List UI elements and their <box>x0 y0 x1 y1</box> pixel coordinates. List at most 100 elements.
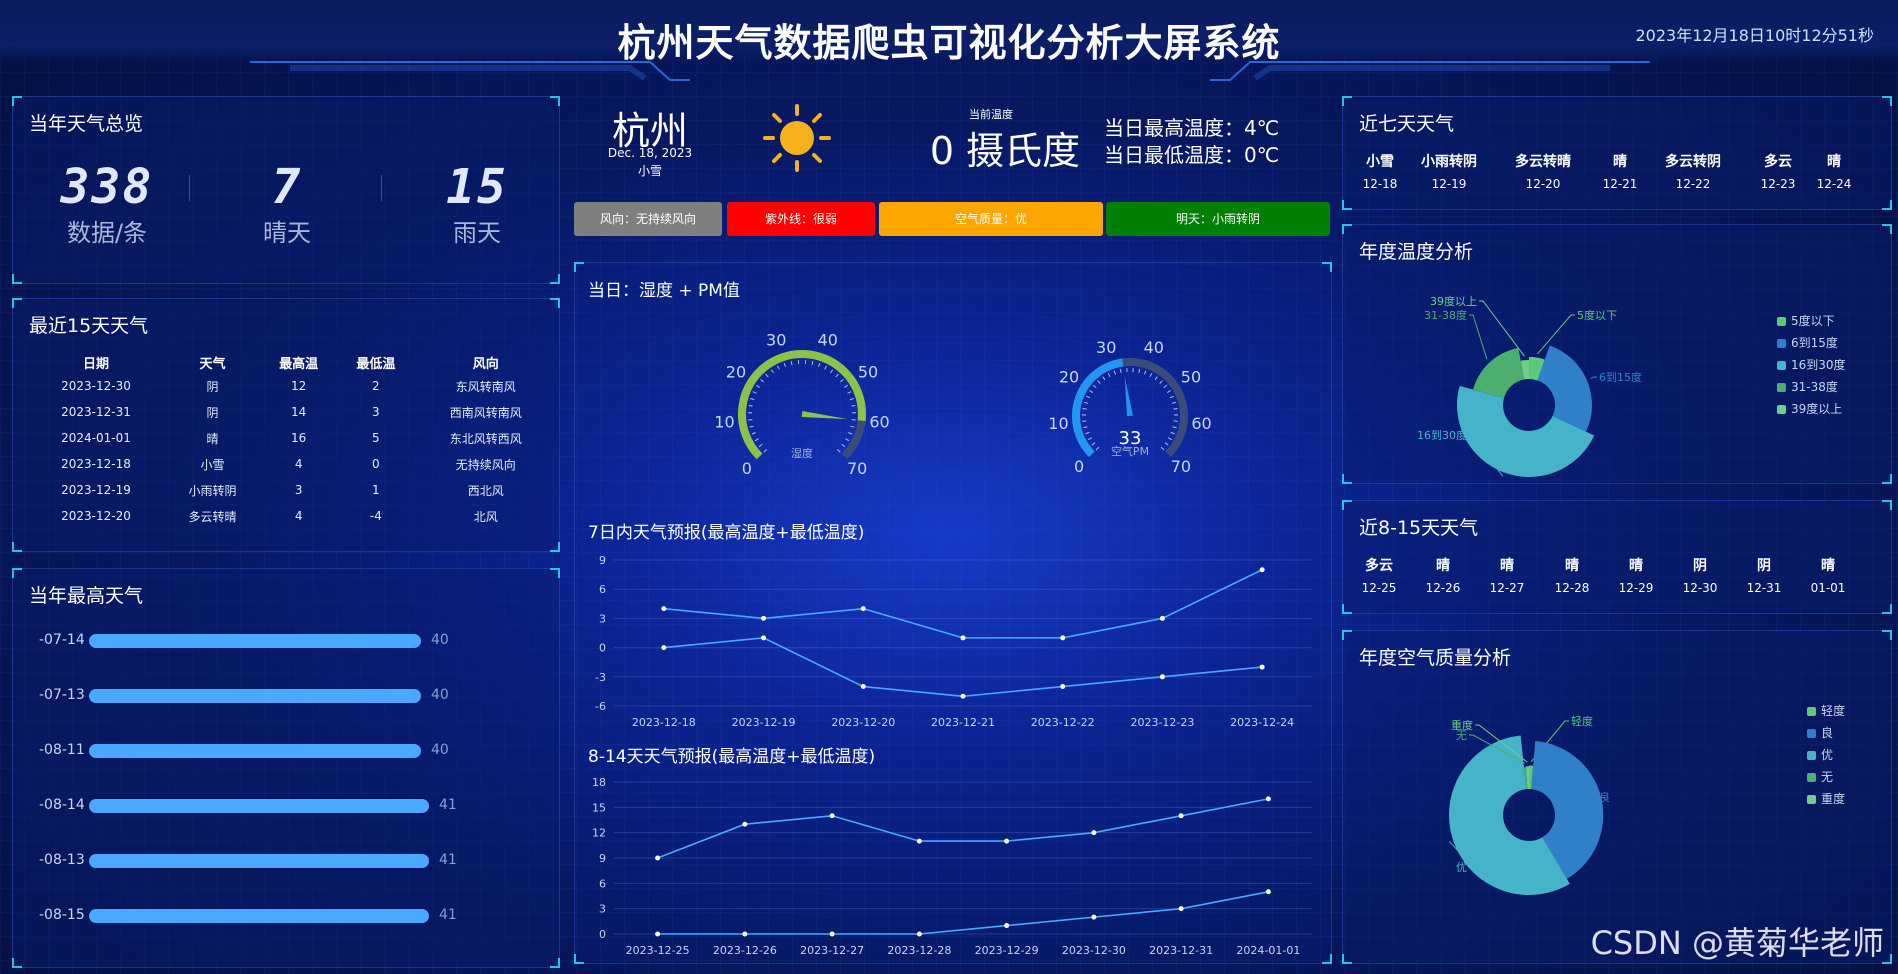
data-point <box>829 931 835 937</box>
humidity-gauge: 0 10 20 30 40 50 60 70 湿度 <box>714 330 889 478</box>
legend-label[interactable]: 16到30度 <box>1791 357 1846 372</box>
day-weather: 晴 <box>1821 558 1835 574</box>
gauge-tick <box>849 397 854 401</box>
x-tick-label: 2023-12-19 <box>732 716 796 729</box>
gauge-tick <box>765 373 769 378</box>
legend-swatch[interactable] <box>1777 383 1786 392</box>
legend-label[interactable]: 39度以上 <box>1791 401 1842 416</box>
legend-label[interactable]: 轻度 <box>1821 703 1845 718</box>
hottest-title: 当年最高天气 <box>29 585 144 607</box>
series-line <box>657 890 1269 935</box>
gauge-value: 33 <box>1119 428 1142 449</box>
x-tick-label: 2023-12-20 <box>831 716 895 729</box>
x-tick-label: 2024-01-01 <box>1236 944 1300 957</box>
bar-value: 40 <box>431 687 449 703</box>
tag-wind: 风向：无持续风向 <box>574 202 722 236</box>
gauge-tick <box>751 432 756 435</box>
gauge-tick <box>1144 370 1147 375</box>
gauge-tick <box>1169 395 1174 399</box>
gauge-tick <box>1166 390 1171 394</box>
gauge-tick <box>837 449 841 453</box>
gauge-tick-label: 20 <box>726 363 746 382</box>
legend-label[interactable]: 5度以下 <box>1791 313 1835 328</box>
gauge-needle <box>801 411 848 420</box>
recent15-title: 最近15天天气 <box>29 315 149 337</box>
temp-pie-chart: 5度以下6到15度16到30度31-38度39度以上5度以下6到15度16到30… <box>1417 294 1846 477</box>
data-point <box>1159 615 1165 621</box>
pie-label: 16到30度 <box>1417 428 1467 442</box>
gauge-tick <box>818 362 821 367</box>
y-tick-label: 0 <box>599 642 606 655</box>
legend-swatch[interactable] <box>1807 707 1816 716</box>
table-cell: 0 <box>372 457 380 471</box>
y-tick-label: 3 <box>599 612 606 625</box>
legend-swatch[interactable] <box>1807 751 1816 760</box>
legend-swatch[interactable] <box>1777 405 1786 414</box>
gauge-tick-label: 0 <box>1074 457 1084 476</box>
column-header: 最低温 <box>356 356 396 372</box>
legend-label[interactable]: 31-38度 <box>1791 379 1838 394</box>
day-date: 12-19 <box>1431 177 1467 191</box>
pie-label-line <box>1469 314 1488 360</box>
temp-analysis-panel: 年度温度分析 5度以下 6到15度 16到30度 31-38度 39度以上 5度以下 6到1… <box>1342 224 1892 484</box>
table-cell: -4 <box>369 509 382 523</box>
table-cell: 阴 <box>206 379 219 394</box>
legend-label[interactable]: 无 <box>1821 770 1833 784</box>
gauge-tick <box>1091 442 1096 446</box>
bar-value: 40 <box>431 632 449 648</box>
column-header: 天气 <box>199 356 226 372</box>
table-row: 2024-01-01 晴 16 5 东北风转西风 <box>27 425 557 451</box>
gauge-tick <box>835 373 839 378</box>
bar-label: -08-14 <box>39 797 85 813</box>
bar-label: -08-11 <box>39 742 85 758</box>
data-point <box>1259 664 1265 670</box>
gauge-tick <box>770 369 774 374</box>
gauge-tick <box>1082 407 1087 410</box>
legend-swatch[interactable] <box>1777 361 1786 370</box>
y-tick-label: 9 <box>599 554 606 567</box>
table-cell: 2023-12-20 <box>61 509 131 523</box>
data-point <box>960 635 966 641</box>
hottest-bar-row: -08-11 40 <box>27 741 547 761</box>
week8-15-title: 近8-15天天气 <box>1359 517 1479 539</box>
sun-icon <box>763 104 831 172</box>
table-cell: 北风 <box>473 509 498 524</box>
legend-label[interactable]: 良 <box>1821 725 1833 740</box>
data-point <box>761 615 767 621</box>
gauge-tick-label: 20 <box>1059 368 1079 387</box>
table-cell: 5 <box>372 431 380 445</box>
table-cell: 12 <box>291 379 307 393</box>
legend-swatch[interactable] <box>1777 317 1786 326</box>
legend-swatch[interactable] <box>1807 795 1816 804</box>
legend-label[interactable]: 6到15度 <box>1791 335 1838 350</box>
gauge-tick <box>1088 437 1092 441</box>
bar-value: 41 <box>439 797 457 813</box>
legend-swatch[interactable] <box>1807 773 1816 782</box>
y-tick-label: -3 <box>595 671 606 684</box>
legend-swatch[interactable] <box>1807 729 1816 738</box>
gauge-tick <box>763 449 767 453</box>
y-tick-label: 9 <box>599 852 606 865</box>
gauge-tick-label: 40 <box>818 330 838 349</box>
table-cell: 小雪 <box>200 457 225 472</box>
x-tick-label: 2023-12-28 <box>887 944 951 957</box>
gauge-tick <box>1172 426 1177 429</box>
bar-value: 40 <box>431 742 449 758</box>
data-point <box>860 684 866 690</box>
table-cell: 3 <box>294 483 303 497</box>
gauge-tick <box>844 384 848 388</box>
legend-swatch[interactable] <box>1777 339 1786 348</box>
table-cell: 多云转晴 <box>188 509 237 524</box>
bar-fill <box>89 634 421 648</box>
gauge-needle <box>1124 376 1133 417</box>
gauge-tick <box>760 379 764 383</box>
legend-label[interactable]: 重度 <box>1821 791 1845 806</box>
legend-label[interactable]: 优 <box>1821 748 1833 762</box>
gauge-tick <box>1149 373 1153 378</box>
table-cell: 东风转南风 <box>455 379 516 394</box>
gauge-tick <box>752 391 757 394</box>
data-point <box>1091 830 1097 836</box>
tag-uv: 紫外线：很弱 <box>727 202 875 236</box>
bar-value: 41 <box>439 907 457 923</box>
hottest-bar-row: -08-13 41 <box>27 851 547 871</box>
